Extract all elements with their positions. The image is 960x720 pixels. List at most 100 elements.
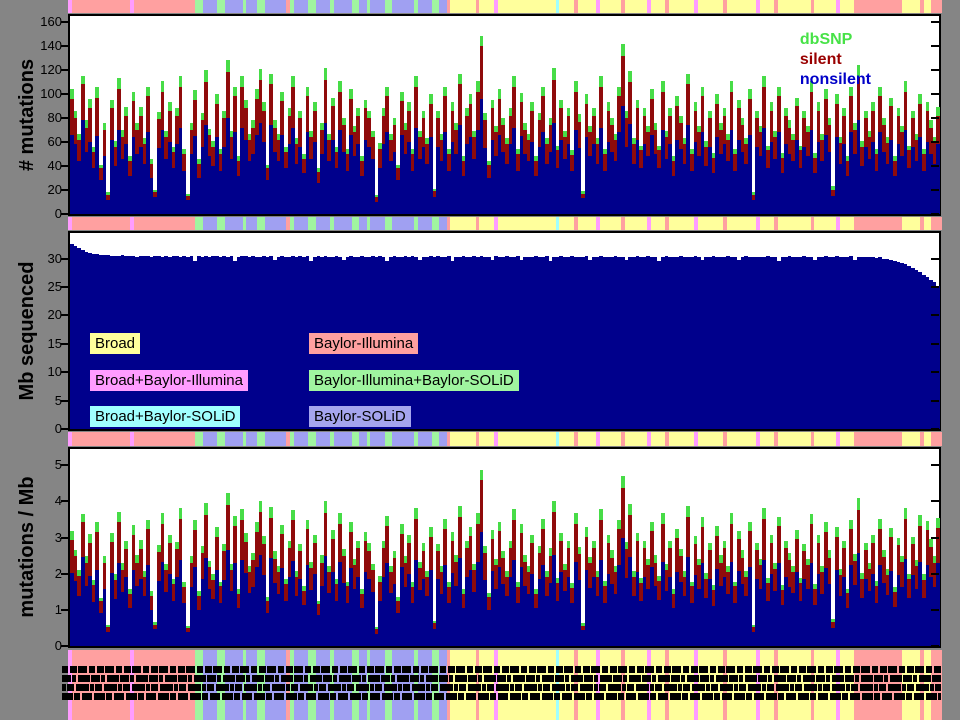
y-tick-mark-left [61, 141, 68, 143]
bar-segment [233, 516, 237, 526]
bar-segment [146, 520, 150, 530]
bar-segment [523, 123, 527, 130]
bar-segment [259, 501, 263, 512]
bar-segment [443, 96, 447, 132]
bar-segment [864, 111, 868, 118]
bar-segment [668, 108, 672, 115]
bar-segment [182, 154, 186, 171]
y-tick-mark-right [931, 213, 939, 215]
bar-segment [161, 513, 165, 524]
bar-segment [567, 548, 571, 577]
bar-segment [273, 551, 277, 558]
bar-segment [349, 522, 353, 532]
bar-segment [828, 550, 832, 557]
center-color-band-top [68, 0, 941, 13]
bar-segment [306, 529, 310, 565]
bar-segment [828, 125, 832, 151]
bar-segment [498, 89, 502, 99]
bar-segment [835, 94, 839, 104]
y-tick-mark-left [61, 609, 68, 611]
bar-segment [110, 100, 114, 108]
figure: dbSNP silent nonsilent Broad Baylor-Illu… [0, 0, 960, 720]
bar-segment [313, 543, 317, 574]
bar-segment [407, 535, 411, 543]
bar-segment [124, 549, 128, 577]
bar-segment [661, 81, 665, 92]
bar-segment [512, 76, 516, 87]
bar-segment [179, 87, 183, 128]
bar-segment [226, 60, 230, 72]
bar-segment [364, 100, 368, 108]
bar-segment [929, 539, 933, 547]
bar-segment [436, 544, 440, 551]
bar-segment [788, 120, 792, 127]
bar-segment [748, 531, 752, 567]
bar-segment [179, 76, 183, 87]
bar-segment [483, 546, 487, 553]
bar-segment [599, 520, 603, 560]
y-tick-mark-left [61, 189, 68, 191]
rate-bars [70, 449, 939, 646]
y-tick-mark-left [61, 117, 68, 119]
bar-segment [168, 111, 172, 142]
bar-segment [480, 36, 484, 46]
bar-segment [414, 519, 418, 560]
y-tick-mark-left [61, 213, 68, 215]
bar-segment [770, 535, 774, 543]
bar-segment [748, 99, 752, 135]
bar-segment [936, 563, 940, 646]
bar-segment [559, 100, 563, 108]
bar-segment [226, 505, 230, 551]
bar-segment [103, 563, 107, 589]
bar-segment [661, 513, 665, 524]
bar-segment [567, 108, 571, 115]
y-tick-label: 20 [28, 183, 62, 197]
bar-segment [110, 533, 114, 541]
bar-segment [269, 74, 273, 85]
bar-segment [88, 534, 92, 543]
bar-segment [88, 543, 92, 576]
bar-segment [204, 515, 208, 558]
y-tick-mark-right [931, 165, 939, 167]
bar-segment [936, 144, 940, 214]
bar-segment [530, 111, 534, 142]
bar-segment [512, 87, 516, 128]
bar-segment [458, 506, 462, 517]
bar-segment [501, 118, 505, 125]
bar-segment [81, 84, 85, 120]
bar-segment [748, 89, 752, 99]
bar-segment [708, 550, 712, 579]
bar-segment [530, 543, 534, 574]
bar-segment [400, 92, 404, 102]
bar-segment [342, 125, 346, 151]
bar-segment [686, 74, 690, 85]
bar-segment [929, 120, 933, 127]
bar-segment [407, 102, 411, 110]
bar-segment [530, 102, 534, 110]
bar-segment [578, 114, 582, 121]
bar-segment [567, 116, 571, 145]
legend-baylor-solid: Baylor-SOLiD [309, 406, 411, 427]
y-tick-mark-right [931, 428, 939, 430]
y-tick-mark-right [931, 141, 939, 143]
bar-segment [338, 81, 342, 92]
legend-broad: Broad [90, 333, 140, 354]
bar-segment [835, 104, 839, 138]
y-tick-mark-right [931, 400, 939, 402]
bar-segment [95, 98, 99, 136]
bar-segment [654, 123, 658, 130]
bar-segment [723, 108, 727, 115]
bar-segment [259, 69, 263, 80]
bar-segment [436, 111, 440, 118]
bar-segment [599, 76, 603, 87]
bar-segment [117, 512, 121, 523]
bar-segment [871, 543, 875, 574]
bar-segment [686, 84, 690, 125]
bar-segment [204, 82, 208, 125]
bar-segment [146, 87, 150, 97]
legend-baylor-illumina-baylor-solid: Baylor-Illumina+Baylor-SOLiD [309, 370, 519, 391]
bar-segment [762, 508, 766, 519]
y-tick-mark-right [931, 537, 939, 539]
bar-segment [810, 92, 814, 130]
bar-segment [273, 120, 277, 127]
